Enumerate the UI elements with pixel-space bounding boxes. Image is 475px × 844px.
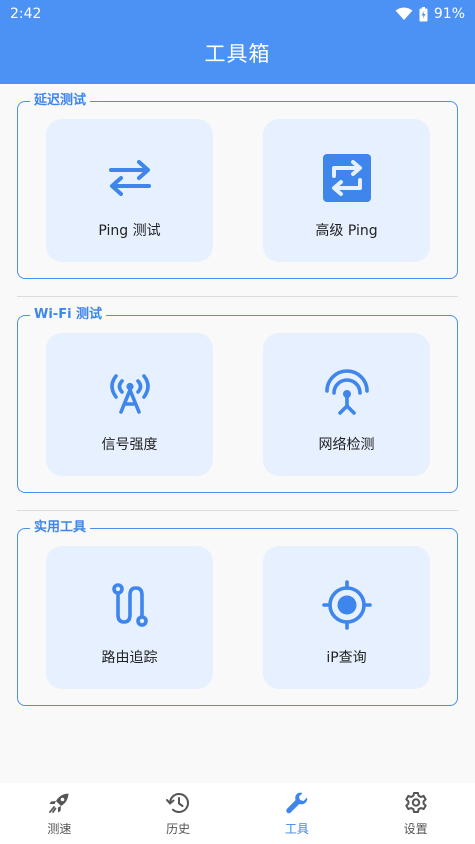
- nav-item-history[interactable]: 历史: [119, 783, 238, 844]
- broadcast-tower-icon: [322, 367, 372, 417]
- wifi-icon: [395, 7, 413, 21]
- tool-card-traceroute[interactable]: 路由追踪: [46, 546, 213, 689]
- nav-item-tools[interactable]: 工具: [238, 783, 357, 844]
- route-icon: [105, 580, 155, 630]
- tool-card-label: 路由追踪: [101, 650, 158, 666]
- swap-arrows-icon: [105, 153, 155, 203]
- tool-card-ping-test[interactable]: Ping 测试: [46, 119, 213, 262]
- section-divider: [17, 510, 458, 511]
- group-wifi-test: Wi-Fi 测试 信号强度 网络检测: [17, 306, 458, 493]
- antenna-icon: [105, 367, 155, 417]
- tool-card-ip-lookup[interactable]: iP查询: [263, 546, 430, 689]
- status-bar: 2:42 91%: [0, 0, 475, 28]
- crosshair-icon: [321, 580, 372, 630]
- repeat-box-icon: [322, 153, 372, 203]
- nav-item-speedtest[interactable]: 测速: [0, 783, 119, 844]
- tool-card-advanced-ping[interactable]: 高级 Ping: [263, 119, 430, 262]
- tool-card-label: 信号强度: [101, 437, 158, 453]
- nav-label: 历史: [166, 822, 191, 836]
- page-title: 工具箱: [204, 42, 271, 66]
- tool-card-label: 高级 Ping: [315, 223, 378, 239]
- battery-percent: 91%: [433, 6, 465, 22]
- history-icon: [166, 791, 190, 815]
- tool-card-network-check[interactable]: 网络检测: [263, 333, 430, 476]
- nav-label: 工具: [284, 822, 309, 836]
- section-divider: [17, 296, 458, 297]
- nav-label: 设置: [403, 822, 428, 836]
- group-title: 实用工具: [30, 519, 91, 537]
- bottom-navigation: 测速 历史 工具 设置: [0, 783, 475, 844]
- wrench-icon: [285, 791, 309, 815]
- tool-card-signal-strength[interactable]: 信号强度: [46, 333, 213, 476]
- rocket-icon: [48, 791, 70, 815]
- group-title: 延迟测试: [30, 92, 91, 110]
- battery-icon: [419, 6, 428, 22]
- tool-card-label: Ping 测试: [98, 223, 161, 239]
- tool-card-label: 网络检测: [318, 437, 375, 453]
- group-utilities: 实用工具 路由追踪 iP查询: [17, 519, 458, 706]
- nav-label: 测速: [47, 822, 72, 836]
- status-time: 2:42: [10, 6, 42, 22]
- gear-icon: [404, 791, 428, 815]
- nav-item-settings[interactable]: 设置: [356, 783, 475, 844]
- app-bar: 2:42 91% 工具箱: [0, 0, 475, 84]
- group-title: Wi-Fi 测试: [30, 306, 107, 324]
- tool-card-label: iP查询: [326, 650, 367, 666]
- group-latency-test: 延迟测试 Ping 测试 高级 Ping: [17, 92, 458, 279]
